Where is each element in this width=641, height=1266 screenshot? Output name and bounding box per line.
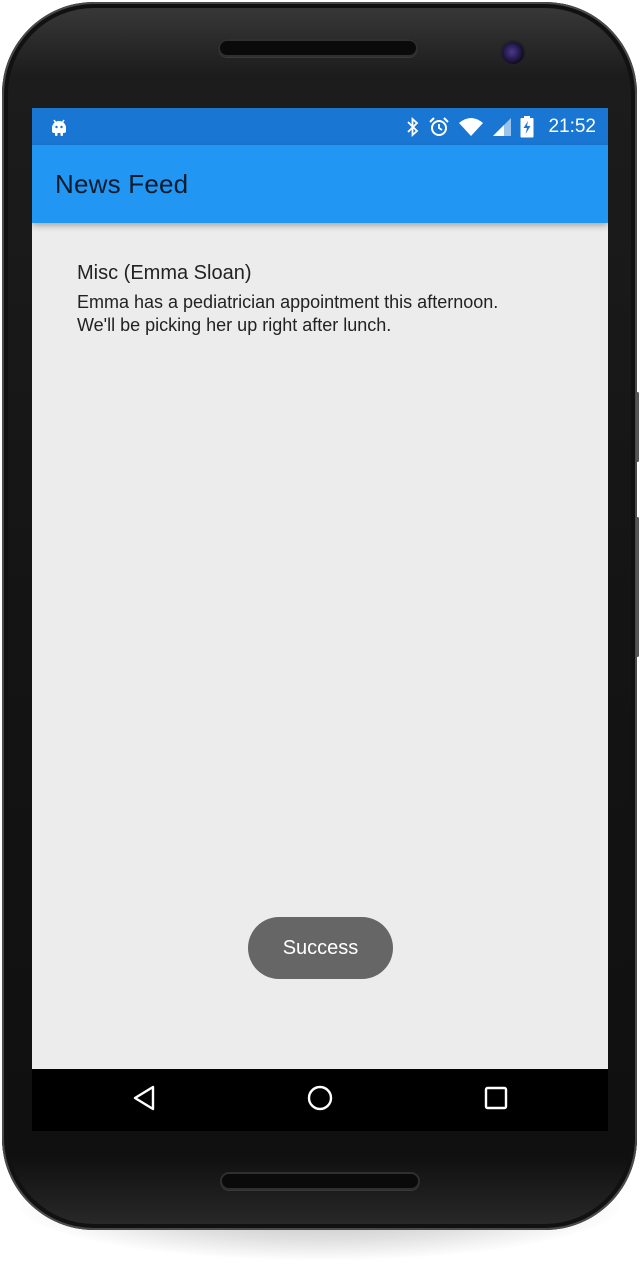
status-time: 21:52 (548, 115, 596, 137)
feed-item[interactable]: Misc (Emma Sloan) Emma has a pediatricia… (77, 261, 577, 337)
android-icon (48, 116, 70, 138)
device-frame: 21:52 News Feed Misc (Emma Sloan) Emma h… (0, 0, 641, 1266)
feed-item-title: Misc (Emma Sloan) (77, 262, 252, 284)
recents-icon (484, 1086, 508, 1115)
home-button[interactable] (304, 1084, 336, 1116)
bluetooth-icon (406, 116, 420, 137)
feed-item-body: Emma has a pediatrician appointment this… (77, 292, 499, 335)
front-camera (502, 42, 524, 64)
back-button[interactable] (128, 1084, 160, 1116)
app-bar-title: News Feed (55, 169, 189, 199)
power-button (636, 517, 639, 657)
volume-button (636, 392, 639, 462)
screen: 21:52 News Feed Misc (Emma Sloan) Emma h… (32, 108, 608, 1131)
signal-icon (492, 117, 512, 137)
wifi-icon (458, 117, 484, 137)
back-icon (131, 1084, 157, 1117)
alarm-icon (428, 116, 450, 138)
bottom-speaker (220, 1172, 420, 1190)
battery-charging-icon (520, 115, 534, 138)
top-speaker (218, 39, 418, 57)
app-bar: News Feed (32, 145, 608, 223)
navigation-bar (32, 1069, 608, 1131)
status-icons: 21:52 (406, 108, 596, 145)
recents-button[interactable] (480, 1084, 512, 1116)
success-toast: Success (248, 917, 393, 979)
news-feed-list: Misc (Emma Sloan) Emma has a pediatricia… (32, 223, 608, 1069)
home-icon (306, 1084, 334, 1117)
status-bar: 21:52 (32, 108, 608, 145)
